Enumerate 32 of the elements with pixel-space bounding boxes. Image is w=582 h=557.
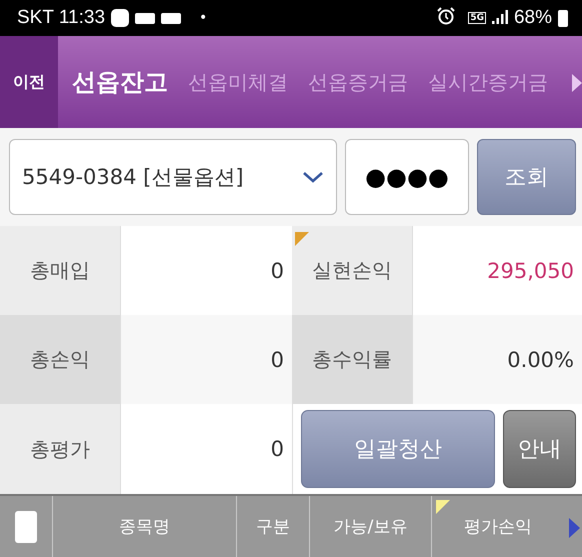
column-header: 가능/보유 xyxy=(334,516,408,538)
card-icon xyxy=(135,12,156,24)
back-button[interactable]: 이전 xyxy=(0,36,58,128)
account-dropdown[interactable]: 5549-0384 [선물옵션] xyxy=(9,139,337,215)
checkbox[interactable] xyxy=(15,510,37,542)
card-icon xyxy=(161,12,182,24)
summary-label: 총매입 xyxy=(0,226,121,315)
summary-value: 0 xyxy=(121,315,292,404)
app-icon xyxy=(111,9,130,27)
info-button[interactable]: 안내 xyxy=(503,410,576,488)
notification-dot: • xyxy=(199,10,208,26)
liquidate-button[interactable]: 일괄청산 xyxy=(301,410,496,488)
summary-label: 실현손익 xyxy=(312,257,392,284)
summary-label: 총평가 xyxy=(0,404,121,494)
column-header: 구분 xyxy=(256,516,290,538)
tab[interactable]: 선옵미체결 xyxy=(188,66,288,98)
tab[interactable]: 선옵잔고 xyxy=(72,66,168,98)
tab[interactable]: 선옵증거금 xyxy=(308,66,408,98)
password-field[interactable]: ●●●● xyxy=(345,139,469,215)
tab[interactable]: 실시간증거금 xyxy=(428,66,548,98)
column-header: 종목명 xyxy=(119,516,170,538)
summary-label: 총손익 xyxy=(0,315,121,404)
summary-label: 총수익률 xyxy=(292,315,413,404)
scroll-right-icon[interactable] xyxy=(569,518,580,538)
network-label: 5G xyxy=(468,12,486,24)
column-header: 평가손익 xyxy=(464,516,532,538)
chevron-down-icon xyxy=(302,171,324,183)
summary-value: 0.00% xyxy=(413,315,582,404)
search-button[interactable]: 조회 xyxy=(477,139,576,215)
status-time: SKT 11:33 xyxy=(17,7,106,29)
battery-icon xyxy=(558,10,568,26)
battery-percent: 68% xyxy=(514,7,552,29)
